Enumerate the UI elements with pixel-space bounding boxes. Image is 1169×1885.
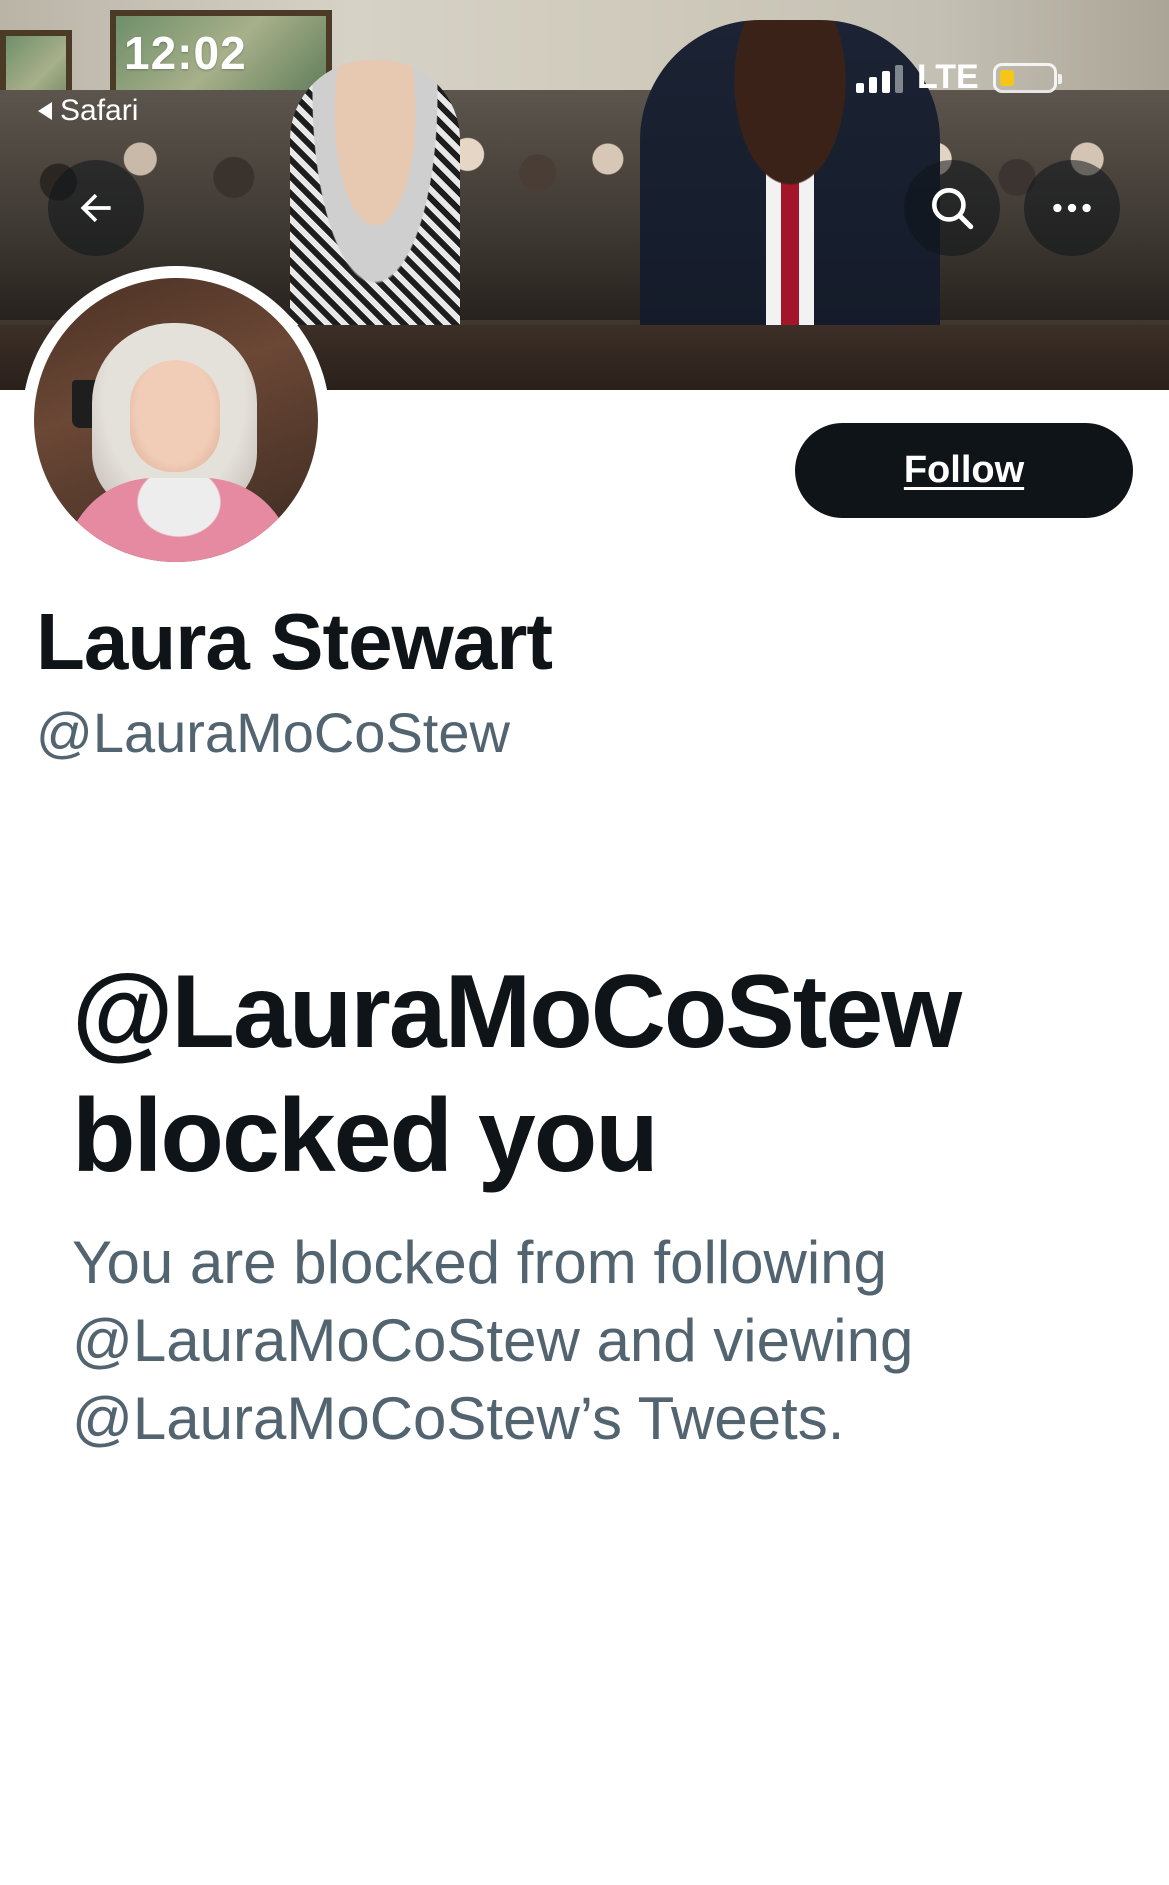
more-horizontal-icon (1053, 203, 1091, 213)
search-button[interactable] (904, 160, 1000, 256)
status-indicators: LTE (856, 58, 1062, 97)
network-label: LTE (917, 58, 979, 96)
profile-handle: @LauraMoCoStew (36, 701, 510, 764)
avatar-photo (34, 278, 318, 562)
more-button[interactable] (1024, 160, 1120, 256)
blocked-title: @LauraMoCoStew blocked you (72, 954, 962, 1194)
back-triangle-icon (38, 102, 52, 120)
battery-icon (992, 62, 1062, 93)
arrow-left-icon (80, 193, 111, 223)
follow-button[interactable]: Follow (795, 423, 1133, 518)
banner-person (290, 60, 460, 350)
back-button[interactable] (48, 160, 144, 256)
back-to-app-link[interactable]: Safari (38, 94, 138, 128)
profile-avatar[interactable] (22, 266, 330, 574)
signal-icon (856, 63, 903, 93)
back-app-label: Safari (60, 94, 139, 127)
blocked-description: You are blocked from following @LauraMoC… (72, 1229, 914, 1452)
search-icon (932, 188, 974, 230)
profile-display-name: Laura Stewart (36, 597, 553, 686)
status-time: 12:02 (124, 27, 247, 79)
